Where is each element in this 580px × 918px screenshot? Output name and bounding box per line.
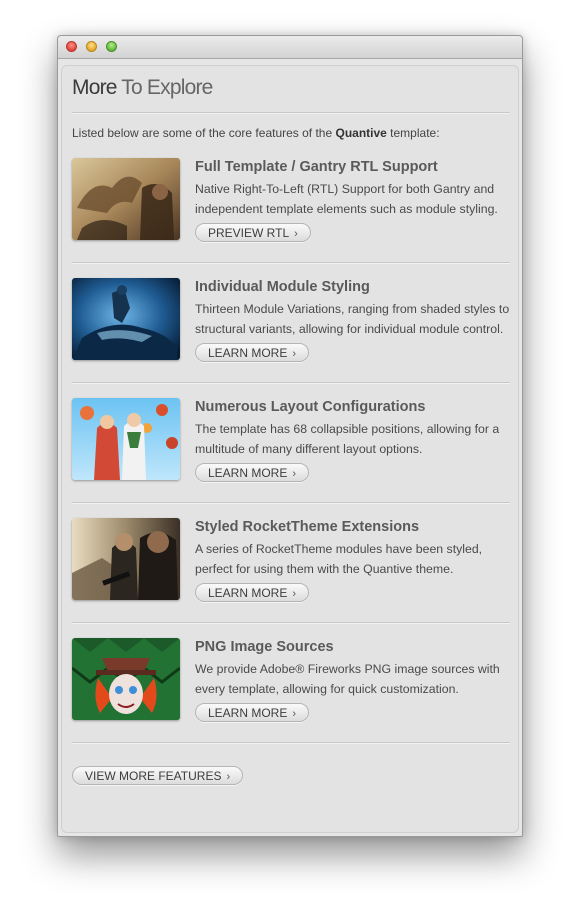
learn-more-button[interactable]: LEARN MORE › xyxy=(195,343,310,362)
zoom-icon[interactable] xyxy=(106,41,117,52)
preview-rtl-button[interactable]: PREVIEW RTL › xyxy=(195,223,311,242)
feature-description: We provide Adobe® Fireworks PNG image so… xyxy=(195,662,500,696)
chevron-right-icon: › xyxy=(226,771,231,783)
divider xyxy=(72,112,510,113)
chevron-right-icon: › xyxy=(294,228,298,240)
feature-item: Numerous Layout Configurations The templ… xyxy=(72,398,512,482)
close-icon[interactable] xyxy=(66,41,77,52)
feature-title: Full Template / Gantry RTL Support xyxy=(195,159,438,175)
feature-title: Styled RocketTheme Extensions xyxy=(195,519,420,535)
title-part-1: More xyxy=(72,76,117,99)
explore-panel: More To Explore Listed below are some of… xyxy=(61,65,519,833)
divider xyxy=(72,742,510,743)
feature-description: Thirteen Module Variations, ranging from… xyxy=(195,302,510,336)
intro-text: Listed below are some of the core featur… xyxy=(72,126,440,140)
divider xyxy=(72,622,510,623)
divider xyxy=(72,502,510,503)
learn-more-button[interactable]: LEARN MORE › xyxy=(195,703,310,722)
feature-item: Full Template / Gantry RTL Support Nativ… xyxy=(72,158,512,242)
feature-thumbnail xyxy=(72,278,180,360)
feature-description: The template has 68 collapsible position… xyxy=(195,422,500,456)
feature-description: Native Right-To-Left (RTL) Support for b… xyxy=(195,182,498,216)
view-more-features-button[interactable]: VIEW MORE FEATURES › xyxy=(72,766,244,785)
minimize-icon[interactable] xyxy=(86,41,97,52)
feature-title: PNG Image Sources xyxy=(195,639,334,655)
learn-more-button[interactable]: LEARN MORE › xyxy=(195,583,310,602)
feature-description: A series of RocketTheme modules have bee… xyxy=(195,542,483,576)
feature-item: Styled RocketTheme Extensions A series o… xyxy=(72,518,512,602)
brand-name: Quantive xyxy=(335,126,387,140)
divider xyxy=(72,382,510,383)
panel-title: More To Explore xyxy=(72,76,213,100)
feature-item: Individual Module Styling Thirteen Modul… xyxy=(72,278,512,362)
chevron-right-icon: › xyxy=(292,348,297,360)
feature-item: PNG Image Sources We provide Adobe® Fire… xyxy=(72,638,512,722)
app-window: More To Explore Listed below are some of… xyxy=(57,35,523,837)
feature-title: Individual Module Styling xyxy=(195,279,370,295)
feature-thumbnail xyxy=(72,518,180,600)
feature-thumbnail xyxy=(72,638,180,720)
chevron-right-icon: › xyxy=(292,588,297,600)
window-titlebar xyxy=(58,36,522,59)
feature-title: Numerous Layout Configurations xyxy=(195,399,426,415)
title-part-2: To Explore xyxy=(116,76,213,99)
feature-thumbnail xyxy=(72,158,180,240)
chevron-right-icon: › xyxy=(292,468,297,480)
divider xyxy=(72,262,510,263)
chevron-right-icon: › xyxy=(292,708,297,720)
learn-more-button[interactable]: LEARN MORE › xyxy=(195,463,310,482)
feature-thumbnail xyxy=(72,398,180,480)
